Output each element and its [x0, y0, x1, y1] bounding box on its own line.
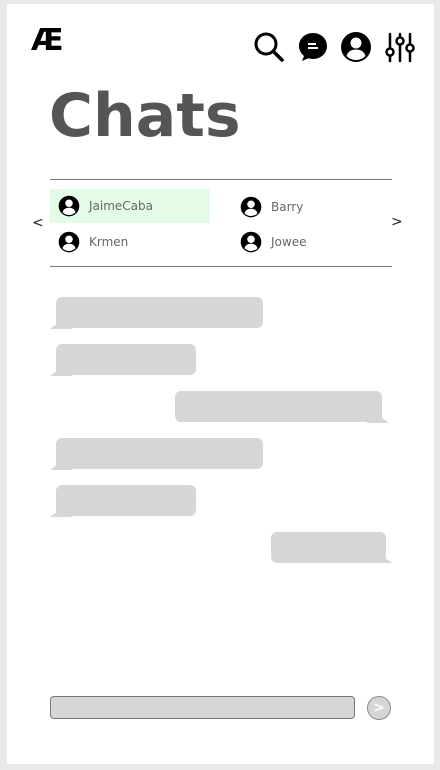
- message-bubble-incoming: [56, 485, 196, 516]
- app-logo: Æ: [31, 23, 64, 58]
- avatar-icon: [240, 196, 262, 218]
- contact-item[interactable]: Krmen: [50, 225, 210, 259]
- contacts-bottom-divider: [50, 266, 392, 267]
- search-icon[interactable]: [253, 31, 285, 63]
- contact-item-selected[interactable]: JaimeCaba: [50, 189, 210, 223]
- message-bubble-outgoing: [271, 532, 386, 563]
- contacts-next-button[interactable]: >: [391, 214, 403, 230]
- chat-screen: Æ Chats < > JaimeCaba Barry Krmen Jowee …: [7, 4, 434, 764]
- avatar-icon: [58, 195, 80, 217]
- filter-settings-icon[interactable]: [384, 31, 416, 63]
- contact-item[interactable]: Barry: [232, 190, 382, 224]
- message-bubble-incoming: [56, 297, 263, 328]
- contact-name: Krmen: [89, 235, 129, 249]
- contact-name: JaimeCaba: [89, 199, 154, 213]
- contact-item[interactable]: Jowee: [232, 225, 382, 259]
- chat-icon[interactable]: [297, 31, 329, 63]
- message-bubble-outgoing: [175, 391, 382, 422]
- avatar-icon: [240, 231, 262, 253]
- message-input[interactable]: [50, 696, 355, 719]
- message-bubble-incoming: [56, 438, 263, 469]
- send-button[interactable]: >: [367, 696, 391, 720]
- contacts-prev-button[interactable]: <: [32, 215, 44, 231]
- contact-name: Jowee: [271, 235, 307, 249]
- contact-name: Barry: [271, 200, 304, 214]
- page-title: Chats: [49, 81, 241, 151]
- avatar-icon: [58, 231, 80, 253]
- profile-icon[interactable]: [340, 31, 372, 63]
- contacts-top-divider: [50, 179, 392, 180]
- message-bubble-incoming: [56, 344, 196, 375]
